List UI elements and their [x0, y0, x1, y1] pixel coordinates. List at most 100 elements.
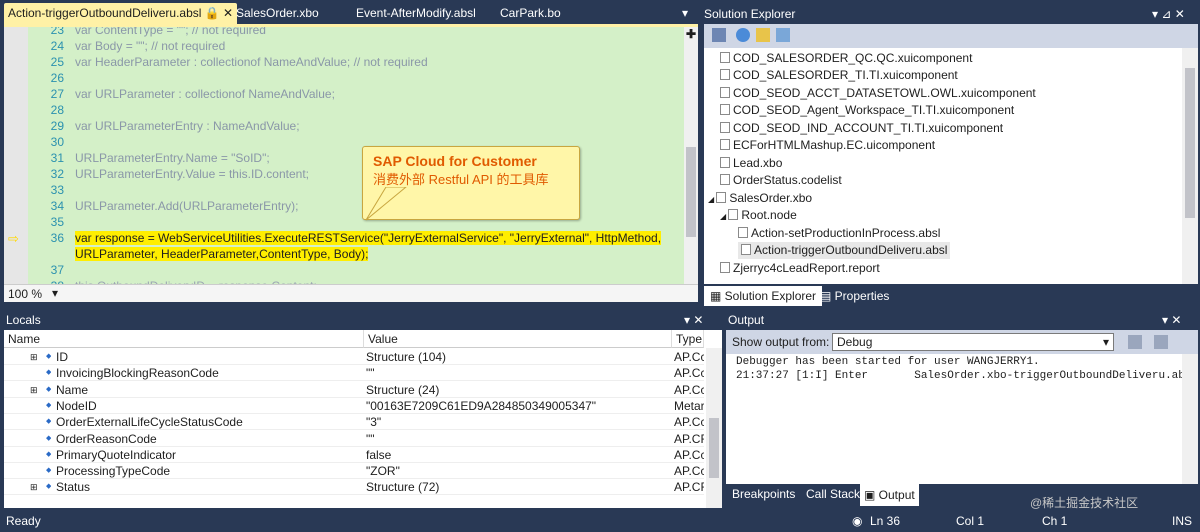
show-all-icon[interactable] [756, 28, 770, 42]
line-number: Ln 36 [870, 514, 901, 528]
output-source-select[interactable]: Debug ▾ [832, 333, 1114, 351]
cell-value: Structure (104) [366, 350, 447, 364]
tree-item-label: Lead.xbo [733, 156, 783, 170]
explorer-icon: ▦ [710, 289, 725, 303]
tree-item[interactable]: COD_SALESORDER_QC.QC.xuicomponent [720, 50, 972, 67]
locals-scrollbar[interactable] [706, 348, 722, 508]
scroll-thumb[interactable] [709, 418, 719, 478]
line-number: 35 [50, 215, 64, 229]
table-row[interactable]: ◆ OrderReasonCode "" AP.CR [4, 431, 704, 447]
table-row[interactable]: ◆ ProcessingTypeCode "ZOR" AP.Cc [4, 463, 704, 480]
tree-item[interactable]: OrderStatus.codelist [720, 172, 842, 189]
cell-name: Name [56, 382, 89, 397]
panel-title: Solution Explorer [704, 7, 796, 21]
tree-item[interactable]: COD_SEOD_ACCT_DATASETOWL.OWL.xuicomponen… [720, 85, 1036, 102]
cell-name: ID [56, 350, 68, 364]
file-icon [728, 209, 739, 220]
table-row[interactable]: ◆ OrderExternalLifeCycleStatusCode "3" AP.C… [4, 414, 704, 431]
tree-item[interactable]: ◢ Root.node [720, 207, 797, 224]
output-scrollbar[interactable] [1182, 354, 1198, 484]
table-row[interactable]: ⊞ ◆ ID Structure (104) AP.Cc [4, 349, 704, 365]
tab-output[interactable]: ▣ Output [860, 484, 919, 506]
tree-item[interactable]: COD_SEOD_IND_ACCOUNT_TI.TI.xuicomponent [720, 120, 1003, 137]
tab-salesorder-xbo[interactable]: SalesOrder.xbo [232, 3, 323, 24]
table-row[interactable]: ⊞ ◆ Name Structure (24) AP.Cc [4, 382, 704, 398]
table-row[interactable]: ◆ InvoicingBlockingReasonCode "" AP.Cc [4, 365, 704, 382]
clear-output-icon[interactable] [1128, 335, 1142, 349]
scroll-thumb[interactable] [686, 147, 696, 237]
line-number: 34 [50, 199, 64, 213]
output-text[interactable]: Debugger has been started for user WANGJ… [726, 354, 1198, 484]
field-icon: ◆ [46, 450, 52, 458]
cell-value: Structure (24) [366, 382, 440, 397]
cell-value: "" [366, 431, 375, 446]
tree-item[interactable]: ECForHTMLMashup.EC.uicomponent [720, 137, 935, 154]
line-number: 29 [50, 119, 64, 133]
solution-explorer-toolbar [704, 24, 1198, 48]
watermark: @稀土掘金技术社区 [1030, 496, 1139, 510]
callout-pointer [365, 187, 407, 221]
expand-icon[interactable]: ◢ [720, 212, 728, 221]
tree-item-label: COD_SALESORDER_QC.QC.xuicomponent [733, 51, 973, 65]
tab-properties[interactable]: ▤ Properties [816, 286, 893, 306]
tree-item[interactable]: ◢ SalesOrder.xbo [708, 190, 812, 207]
properties-icon: ▤ [820, 289, 835, 303]
editor-vertical-scrollbar[interactable]: ✚ [684, 27, 698, 284]
pin-icon[interactable]: ▾ ✕ [684, 312, 703, 328]
line-number: 33 [50, 183, 64, 197]
expand-icon[interactable]: ⊞ [30, 349, 38, 365]
code-line: var response = WebServiceUtilities.Execu… [75, 231, 662, 245]
tab-label: CarPark.bo [500, 6, 561, 20]
properties-icon[interactable] [712, 28, 726, 42]
build-icon: ◉ [852, 514, 863, 528]
col-header-type[interactable]: Type [672, 330, 704, 348]
table-row[interactable]: ◆ PrimaryQuoteIndicator false AP.Cc [4, 447, 704, 463]
tree-item[interactable]: Zjerryc4cLeadReport.report [720, 260, 880, 277]
tab-label: Action-triggerOutboundDeliveru.absl [8, 6, 202, 20]
table-row[interactable]: ⊞ ◆ Status Structure (72) AP.CR [4, 479, 704, 496]
expand-icon[interactable]: ⊞ [30, 479, 38, 495]
tab-dropdown-icon[interactable]: ▾ [678, 3, 692, 24]
cell-name: OrderReasonCode [56, 431, 157, 446]
current-line-arrow-icon: ⇨ [8, 231, 19, 246]
tree-item[interactable]: Lead.xbo [720, 155, 782, 172]
file-icon [720, 157, 730, 168]
pin-icon[interactable]: 🔒 ✕ [205, 6, 233, 20]
pin-icon[interactable]: ▾ ⊿ ✕ [1152, 4, 1185, 24]
pin-icon[interactable]: ▾ ✕ [1162, 312, 1181, 328]
field-icon: ◆ [46, 467, 52, 475]
tab-carpark-bo[interactable]: CarPark.bo [496, 3, 565, 24]
table-row[interactable]: ◆ NodeID "00163E7209C61ED9A284850349005347… [4, 398, 704, 414]
code-line: URLParameterEntry.Value = this.ID.conten… [75, 167, 309, 181]
split-icon[interactable]: ✚ [686, 28, 696, 41]
column-number: Col 1 [956, 514, 985, 528]
cell-type: AP.Cc [674, 447, 704, 462]
tree-scrollbar[interactable] [1182, 48, 1198, 284]
search-icon[interactable] [776, 28, 790, 42]
code-editor[interactable]: ⇨ 23 var ContentType = ""; // not require… [4, 24, 698, 284]
col-header-value[interactable]: Value [364, 330, 672, 348]
tab-action-trigger[interactable]: Action-triggerOutboundDeliveru.absl 🔒 ✕ [4, 3, 238, 24]
tab-solution-explorer[interactable]: ▦ Solution Explorer [704, 286, 823, 306]
col-header-name[interactable]: Name [4, 330, 364, 348]
code-line: var URLParameterEntry : NameAndValue; [75, 119, 300, 133]
word-wrap-icon[interactable] [1154, 335, 1168, 349]
tree-item[interactable]: Action-triggerOutboundDeliveru.absl [738, 242, 951, 259]
tab-event-aftermodify[interactable]: Event-AfterModify.absl [352, 3, 480, 24]
tab-call-stack[interactable]: Call Stack [806, 487, 860, 501]
tab-breakpoints[interactable]: Breakpoints [732, 487, 795, 501]
zoom-dropdown-icon[interactable]: ▾ [52, 286, 58, 300]
tree-item[interactable]: Action-setProductionInProcess.absl [738, 225, 940, 242]
tree-item[interactable]: COD_SEOD_Agent_Workspace_TI.TI.xuicompon… [720, 102, 1014, 119]
expand-icon[interactable]: ◢ [708, 195, 716, 204]
tab-label: Event-AfterModify.absl [356, 6, 476, 20]
chevron-down-icon: ▾ [1102, 335, 1109, 349]
locals-grid: Name Value Type ⊞ ◆ ID Structure (104) AP.Cc… [4, 330, 722, 508]
scroll-thumb[interactable] [1185, 68, 1195, 218]
cell-type: AP.Cc [674, 350, 704, 364]
cell-value: Structure (72) [366, 480, 440, 495]
zoom-level[interactable]: 100 % [8, 287, 42, 301]
tree-item[interactable]: COD_SALESORDER_TI.TI.xuicomponent [720, 67, 958, 84]
refresh-icon[interactable] [736, 28, 750, 42]
expand-icon[interactable]: ⊞ [30, 382, 38, 398]
